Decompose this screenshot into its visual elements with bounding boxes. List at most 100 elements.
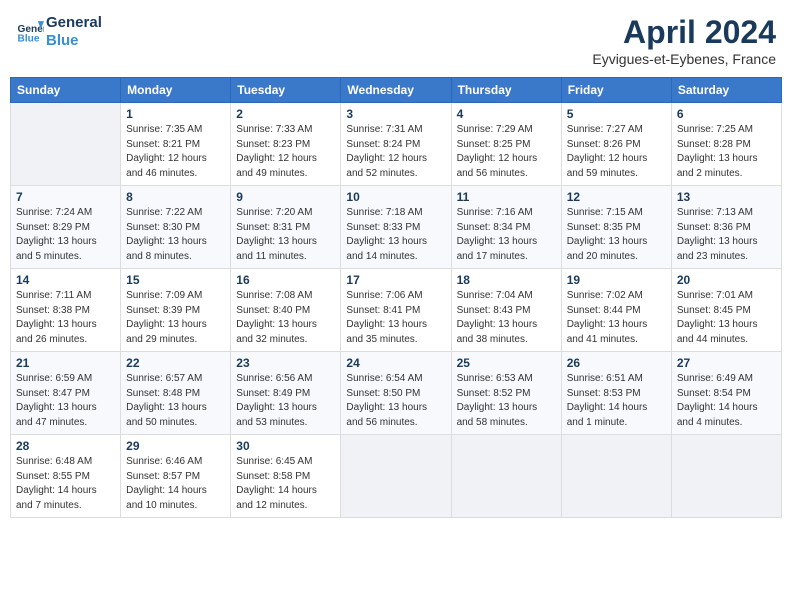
day-info: Sunrise: 7:02 AM Sunset: 8:44 PM Dayligh… bbox=[567, 289, 666, 347]
day-number: 19 bbox=[567, 273, 666, 287]
calendar-cell: 14Sunrise: 7:11 AM Sunset: 8:38 PM Dayli… bbox=[11, 269, 121, 352]
calendar-cell bbox=[671, 435, 781, 518]
day-info: Sunrise: 7:29 AM Sunset: 8:25 PM Dayligh… bbox=[457, 123, 556, 181]
calendar-cell: 23 Sunrise: 6:56 AM Sunset: 8:49 PM Dayli… bbox=[231, 352, 341, 435]
day-info: Sunrise: 7:11 AM Sunset: 8:38 PM Dayligh… bbox=[16, 289, 115, 347]
calendar-cell: 3 Sunrise: 7:31 AM Sunset: 8:24 PM Daylig… bbox=[341, 103, 451, 186]
day-number: 15 bbox=[126, 273, 225, 287]
day-number: 25 bbox=[457, 356, 556, 370]
calendar-cell: 27 Sunrise: 6:49 AM Sunset: 8:54 PM Dayli… bbox=[671, 352, 781, 435]
calendar-cell: 9 Sunrise: 7:20 AM Sunset: 8:31 PM Daylig… bbox=[231, 186, 341, 269]
calendar-cell: 25 Sunrise: 6:53 AM Sunset: 8:52 PM Dayli… bbox=[451, 352, 561, 435]
day-number: 17 bbox=[346, 273, 445, 287]
day-number: 9 bbox=[236, 190, 335, 204]
title-block: April 2024 Eyvigues-et-Eybenes, France bbox=[592, 14, 776, 67]
calendar-cell: 7 Sunrise: 7:24 AM Sunset: 8:29 PM Daylig… bbox=[11, 186, 121, 269]
calendar-cell: 15 Sunrise: 7:09 AM Sunset: 8:39 PM Dayli… bbox=[121, 269, 231, 352]
day-info: Sunrise: 7:18 AM Sunset: 8:33 PM Dayligh… bbox=[346, 206, 445, 264]
calendar-cell: 18 Sunrise: 7:04 AM Sunset: 8:43 PM Dayli… bbox=[451, 269, 561, 352]
day-number: 29 bbox=[126, 439, 225, 453]
day-number: 6 bbox=[677, 107, 776, 121]
logo-line1: General bbox=[46, 14, 102, 32]
calendar-cell: 4Sunrise: 7:29 AM Sunset: 8:25 PM Daylig… bbox=[451, 103, 561, 186]
day-number: 1 bbox=[126, 107, 225, 121]
calendar-cell: 16 Sunrise: 7:08 AM Sunset: 8:40 PM Dayli… bbox=[231, 269, 341, 352]
day-number: 27 bbox=[677, 356, 776, 370]
day-info: Sunrise: 7:35 AM Sunset: 8:21 PM Dayligh… bbox=[126, 123, 225, 181]
day-number: 16 bbox=[236, 273, 335, 287]
day-number: 24 bbox=[346, 356, 445, 370]
calendar-cell: 26 Sunrise: 6:51 AM Sunset: 8:53 PM Dayli… bbox=[561, 352, 671, 435]
day-number: 26 bbox=[567, 356, 666, 370]
day-info: Sunrise: 7:27 AM Sunset: 8:26 PM Dayligh… bbox=[567, 123, 666, 181]
day-info: Sunrise: 7:22 AM Sunset: 8:30 PM Dayligh… bbox=[126, 206, 225, 264]
day-number: 7 bbox=[16, 190, 115, 204]
calendar-header-row: SundayMondayTuesdayWednesdayThursdayFrid… bbox=[11, 78, 782, 103]
day-number: 18 bbox=[457, 273, 556, 287]
col-header-wednesday: Wednesday bbox=[341, 78, 451, 103]
day-info: Sunrise: 7:24 AM Sunset: 8:29 PM Dayligh… bbox=[16, 206, 115, 264]
calendar-cell: 6 Sunrise: 7:25 AM Sunset: 8:28 PM Daylig… bbox=[671, 103, 781, 186]
calendar-cell: 12Sunrise: 7:15 AM Sunset: 8:35 PM Dayli… bbox=[561, 186, 671, 269]
day-info: Sunrise: 7:09 AM Sunset: 8:39 PM Dayligh… bbox=[126, 289, 225, 347]
page-header: General Blue General Blue April 2024 Eyv… bbox=[10, 10, 782, 71]
calendar-cell: 29 Sunrise: 6:46 AM Sunset: 8:57 PM Dayli… bbox=[121, 435, 231, 518]
calendar-cell: 30Sunrise: 6:45 AM Sunset: 8:58 PM Dayli… bbox=[231, 435, 341, 518]
day-number: 2 bbox=[236, 107, 335, 121]
calendar-week-row: 21Sunrise: 6:59 AM Sunset: 8:47 PM Dayli… bbox=[11, 352, 782, 435]
day-info: Sunrise: 7:01 AM Sunset: 8:45 PM Dayligh… bbox=[677, 289, 776, 347]
day-info: Sunrise: 7:04 AM Sunset: 8:43 PM Dayligh… bbox=[457, 289, 556, 347]
day-info: Sunrise: 7:15 AM Sunset: 8:35 PM Dayligh… bbox=[567, 206, 666, 264]
logo: General Blue General Blue bbox=[16, 14, 102, 50]
calendar-cell: 22 Sunrise: 6:57 AM Sunset: 8:48 PM Dayli… bbox=[121, 352, 231, 435]
calendar-cell: 13 Sunrise: 7:13 AM Sunset: 8:36 PM Dayli… bbox=[671, 186, 781, 269]
calendar-table: SundayMondayTuesdayWednesdayThursdayFrid… bbox=[10, 77, 782, 518]
day-info: Sunrise: 7:06 AM Sunset: 8:41 PM Dayligh… bbox=[346, 289, 445, 347]
day-info: Sunrise: 6:59 AM Sunset: 8:47 PM Dayligh… bbox=[16, 372, 115, 430]
svg-text:Blue: Blue bbox=[18, 33, 40, 44]
day-number: 23 bbox=[236, 356, 335, 370]
location: Eyvigues-et-Eybenes, France bbox=[592, 51, 776, 67]
calendar-cell: 1 Sunrise: 7:35 AM Sunset: 8:21 PM Daylig… bbox=[121, 103, 231, 186]
day-number: 22 bbox=[126, 356, 225, 370]
day-info: Sunrise: 7:20 AM Sunset: 8:31 PM Dayligh… bbox=[236, 206, 335, 264]
calendar-week-row: 1 Sunrise: 7:35 AM Sunset: 8:21 PM Daylig… bbox=[11, 103, 782, 186]
logo-line2: Blue bbox=[46, 32, 102, 50]
calendar-cell: 2Sunrise: 7:33 AM Sunset: 8:23 PM Daylig… bbox=[231, 103, 341, 186]
day-number: 13 bbox=[677, 190, 776, 204]
calendar-cell bbox=[341, 435, 451, 518]
calendar-cell: 10Sunrise: 7:18 AM Sunset: 8:33 PM Dayli… bbox=[341, 186, 451, 269]
month-title: April 2024 bbox=[592, 14, 776, 51]
day-number: 28 bbox=[16, 439, 115, 453]
day-info: Sunrise: 6:51 AM Sunset: 8:53 PM Dayligh… bbox=[567, 372, 666, 430]
col-header-friday: Friday bbox=[561, 78, 671, 103]
day-info: Sunrise: 6:46 AM Sunset: 8:57 PM Dayligh… bbox=[126, 455, 225, 513]
col-header-thursday: Thursday bbox=[451, 78, 561, 103]
logo-icon: General Blue bbox=[16, 18, 44, 46]
day-info: Sunrise: 7:25 AM Sunset: 8:28 PM Dayligh… bbox=[677, 123, 776, 181]
day-info: Sunrise: 7:08 AM Sunset: 8:40 PM Dayligh… bbox=[236, 289, 335, 347]
day-info: Sunrise: 6:56 AM Sunset: 8:49 PM Dayligh… bbox=[236, 372, 335, 430]
day-info: Sunrise: 6:54 AM Sunset: 8:50 PM Dayligh… bbox=[346, 372, 445, 430]
calendar-week-row: 28 Sunrise: 6:48 AM Sunset: 8:55 PM Dayli… bbox=[11, 435, 782, 518]
calendar-cell bbox=[561, 435, 671, 518]
col-header-monday: Monday bbox=[121, 78, 231, 103]
calendar-cell: 24 Sunrise: 6:54 AM Sunset: 8:50 PM Dayli… bbox=[341, 352, 451, 435]
calendar-cell: 20Sunrise: 7:01 AM Sunset: 8:45 PM Dayli… bbox=[671, 269, 781, 352]
calendar-cell: 28 Sunrise: 6:48 AM Sunset: 8:55 PM Dayli… bbox=[11, 435, 121, 518]
calendar-week-row: 14Sunrise: 7:11 AM Sunset: 8:38 PM Dayli… bbox=[11, 269, 782, 352]
day-info: Sunrise: 7:31 AM Sunset: 8:24 PM Dayligh… bbox=[346, 123, 445, 181]
col-header-sunday: Sunday bbox=[11, 78, 121, 103]
calendar-cell bbox=[451, 435, 561, 518]
day-number: 30 bbox=[236, 439, 335, 453]
day-number: 3 bbox=[346, 107, 445, 121]
day-number: 11 bbox=[457, 190, 556, 204]
col-header-tuesday: Tuesday bbox=[231, 78, 341, 103]
col-header-saturday: Saturday bbox=[671, 78, 781, 103]
day-info: Sunrise: 6:49 AM Sunset: 8:54 PM Dayligh… bbox=[677, 372, 776, 430]
day-info: Sunrise: 6:57 AM Sunset: 8:48 PM Dayligh… bbox=[126, 372, 225, 430]
day-info: Sunrise: 6:53 AM Sunset: 8:52 PM Dayligh… bbox=[457, 372, 556, 430]
day-info: Sunrise: 7:13 AM Sunset: 8:36 PM Dayligh… bbox=[677, 206, 776, 264]
day-info: Sunrise: 6:48 AM Sunset: 8:55 PM Dayligh… bbox=[16, 455, 115, 513]
calendar-cell: 11Sunrise: 7:16 AM Sunset: 8:34 PM Dayli… bbox=[451, 186, 561, 269]
